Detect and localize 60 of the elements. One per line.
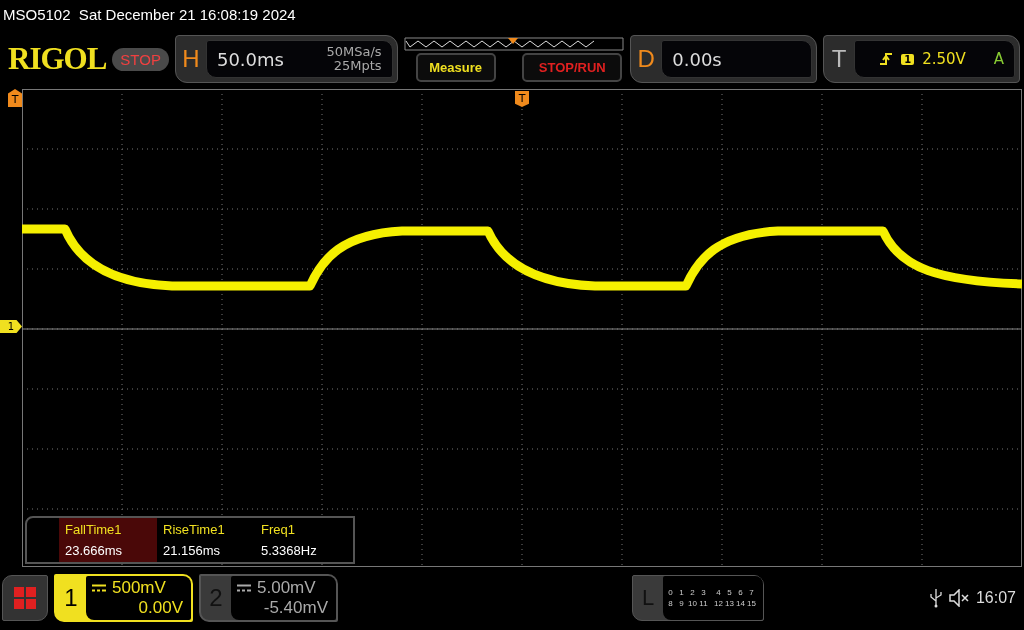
- trigger-panel[interactable]: T 1 2.50V A: [823, 35, 1020, 83]
- trigger-source-badge: 1: [901, 53, 915, 65]
- muted-speaker-icon: [947, 589, 970, 607]
- memory-depth: 25Mpts: [333, 59, 382, 73]
- measurement-item[interactable]: FallTime1 23.666ms: [59, 518, 157, 562]
- logic-channel-number: 11: [698, 599, 709, 608]
- logic-channel-number: 6: [737, 588, 744, 597]
- delay-value: 0.00s: [672, 48, 722, 70]
- logic-channel-number: 9: [678, 599, 685, 608]
- falling-edge-icon: [879, 52, 894, 66]
- delay-panel[interactable]: D 0.00s: [630, 35, 818, 83]
- trigger-level: 2.50V: [922, 50, 966, 68]
- logic-channel-number: 10: [687, 599, 698, 608]
- logic-channel-number: 3: [700, 588, 707, 597]
- usb-icon: [929, 588, 942, 608]
- measurement-value: 21.156ms: [163, 543, 222, 558]
- measurement-name: Freq1: [261, 522, 296, 537]
- measure-button[interactable]: Measure: [415, 52, 496, 82]
- vertical-offset: 0.00V: [137, 598, 183, 618]
- logic-channel-number: 15: [746, 599, 757, 608]
- stop-run-button[interactable]: STOP/RUN: [522, 52, 623, 82]
- grid-menu-icon: [13, 586, 37, 610]
- vertical-scale: 500mV: [112, 578, 166, 598]
- horizontal-panel[interactable]: H 50.0ms 50MSa/s 25Mpts: [174, 35, 398, 83]
- measurement-value: 5.3368Hz: [261, 543, 318, 558]
- measurement-value: 23.666ms: [65, 543, 124, 558]
- channel-number: 1: [63, 584, 79, 612]
- dc-coupling-icon: [237, 584, 251, 592]
- measurement-item[interactable]: Freq1 5.3368Hz: [255, 518, 353, 562]
- horizontal-label: H: [181, 45, 201, 73]
- logic-channel-number: 12: [713, 599, 724, 608]
- timebase-value: 50.0ms: [216, 48, 284, 70]
- brand-logo: RIGOL: [8, 41, 107, 77]
- trigger-mode: A: [993, 50, 1004, 68]
- trigger-position-marker[interactable]: T: [515, 91, 529, 107]
- vertical-scale: 5.00mV: [257, 578, 316, 598]
- logic-channel-number: 5: [726, 588, 733, 597]
- trigger-label: T: [830, 45, 848, 73]
- channel-panel[interactable]: 1 500mV 0.00V: [54, 574, 193, 622]
- logic-channel-number: 4: [715, 588, 722, 597]
- channel-offset-marker[interactable]: 1: [0, 320, 22, 333]
- vertical-offset: -5.40mV: [262, 598, 328, 618]
- window-title: MSO5102 Sat December 21 16:08:19 2024: [2, 5, 296, 25]
- measurement-name: RiseTime1: [163, 522, 226, 537]
- run-state-indicator: STOP: [112, 47, 169, 71]
- dc-coupling-icon: [92, 584, 106, 592]
- delay-label: D: [636, 45, 656, 73]
- measurement-name: FallTime1: [65, 522, 123, 537]
- logic-channel-number: 7: [748, 588, 755, 597]
- logic-channel-number: 13: [724, 599, 735, 608]
- sample-rate: 50MSa/s: [326, 45, 382, 59]
- pre-trigger-marker: T: [8, 89, 22, 107]
- menu-button[interactable]: [2, 575, 48, 621]
- measurement-item[interactable]: RiseTime1 21.156ms: [157, 518, 255, 562]
- logic-channel-number: 1: [678, 588, 685, 597]
- logic-channel-number: 0: [667, 588, 674, 597]
- clock-time: 16:07: [975, 589, 1016, 607]
- logic-channel-number: 2: [689, 588, 696, 597]
- logic-channel-number: 8: [667, 599, 674, 608]
- logic-channel-number: 14: [735, 599, 746, 608]
